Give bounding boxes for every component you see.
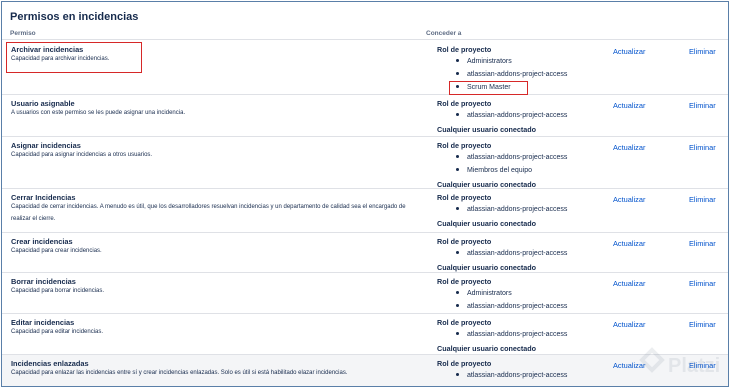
update-link[interactable]: Actualizar xyxy=(613,279,645,288)
permission-description: Capacidad para enlazar las incidencias e… xyxy=(11,370,348,376)
grant-item: atlassian-addons-project-access xyxy=(456,112,567,119)
grant-item-label: atlassian-addons-project-access xyxy=(467,303,568,310)
platzi-watermark: Platzi xyxy=(639,347,720,377)
delete-link[interactable]: Eliminar xyxy=(689,239,716,248)
grant-item-label: atlassian-addons-project-access xyxy=(467,250,568,257)
bullet-icon xyxy=(456,331,459,335)
grant-type: Rol de proyecto xyxy=(437,193,492,202)
permissions-panel: Permisos en incidencias Permiso Conceder… xyxy=(1,1,729,387)
grant-type: Rol de proyecto xyxy=(437,318,492,327)
grant-type: Cualquier usuario conectado xyxy=(437,219,537,228)
highlight-box-permission xyxy=(6,42,142,73)
grant-type: Rol de proyecto xyxy=(437,237,492,246)
grant-item: atlassian-addons-project-access xyxy=(456,331,567,338)
bullet-icon xyxy=(456,250,459,254)
permission-description: Capacidad para crear incidencias. xyxy=(11,248,102,254)
delete-link[interactable]: Eliminar xyxy=(689,320,716,329)
grant-item: atlassian-addons-project-access xyxy=(456,372,567,379)
bullet-icon xyxy=(456,290,459,294)
grant-item-label: atlassian-addons-project-access xyxy=(467,154,568,161)
permission-row: Usuario asignable A usuarios con este per… xyxy=(2,95,728,137)
grant-item-label: atlassian-addons-project-access xyxy=(467,372,568,379)
column-header-grant: Conceder a xyxy=(426,30,462,37)
grant-type: Rol de proyecto xyxy=(437,45,492,54)
column-header-permission: Permiso xyxy=(10,30,36,37)
delete-link[interactable]: Eliminar xyxy=(689,143,716,152)
bullet-icon xyxy=(456,71,459,75)
grant-item: atlassian-addons-project-access xyxy=(456,250,567,257)
bullet-icon xyxy=(456,58,459,62)
grant-type: Rol de proyecto xyxy=(437,99,492,108)
grant-item: Miembros del equipo xyxy=(456,167,532,174)
update-link[interactable]: Actualizar xyxy=(613,47,645,56)
delete-link[interactable]: Eliminar xyxy=(689,101,716,110)
permission-row: Asignar incidencias Capacidad para asigna… xyxy=(2,137,728,189)
bullet-icon xyxy=(456,112,459,116)
grant-item-label: atlassian-addons-project-access xyxy=(467,206,568,213)
grant-item: atlassian-addons-project-access xyxy=(456,71,567,78)
bullet-icon xyxy=(456,206,459,210)
grant-item: atlassian-addons-project-access xyxy=(456,154,567,161)
bullet-icon xyxy=(456,303,459,307)
watermark-text: Platzi xyxy=(668,355,720,377)
grant-type: Cualquier usuario conectado xyxy=(437,263,537,272)
permission-description: Capacidad para borrar incidencias. xyxy=(11,288,105,294)
grant-type: Rol de proyecto xyxy=(437,141,492,150)
update-link[interactable]: Actualizar xyxy=(613,239,645,248)
grant-type: Rol de proyecto xyxy=(437,277,492,286)
grant-item: atlassian-addons-project-access xyxy=(456,303,567,310)
grant-item-label: atlassian-addons-project-access xyxy=(467,112,568,119)
update-link[interactable]: Actualizar xyxy=(613,101,645,110)
permission-row: Cerrar Incidencias Capacidad de cerrar in… xyxy=(2,189,728,233)
grant-item: Administrators xyxy=(456,290,512,297)
permission-description: Capacidad de cerrar incidencias. A menud… xyxy=(11,204,406,222)
update-link[interactable]: Actualizar xyxy=(613,143,645,152)
delete-link[interactable]: Eliminar xyxy=(689,47,716,56)
grant-item-label: Miembros del equipo xyxy=(467,167,532,174)
permission-description: Capacidad para asignar incidencias a otr… xyxy=(11,152,153,158)
update-link[interactable]: Actualizar xyxy=(613,195,645,204)
header-divider xyxy=(2,39,728,40)
grant-type: Cualquier usuario conectado xyxy=(437,125,537,134)
grant-type: Cualquier usuario conectado xyxy=(437,344,537,353)
delete-link[interactable]: Eliminar xyxy=(689,279,716,288)
permission-row: Incidencias enlazadas Capacidad para enla… xyxy=(2,355,728,386)
bullet-icon xyxy=(456,167,459,171)
highlight-box-scrum-master xyxy=(449,81,528,95)
permission-description: A usuarios con este permiso se les puede… xyxy=(11,110,186,116)
bullet-icon xyxy=(456,372,459,376)
grant-type: Rol de proyecto xyxy=(437,359,492,368)
delete-link[interactable]: Eliminar xyxy=(689,195,716,204)
grant-item: atlassian-addons-project-access xyxy=(456,206,567,213)
permission-row: Borrar incidencias Capacidad para borrar … xyxy=(2,273,728,314)
permission-row: Editar incidencias Capacidad para editar … xyxy=(2,314,728,355)
permission-row: Crear incidencias Capacidad para crear in… xyxy=(2,233,728,273)
grant-item-label: Administrators xyxy=(467,290,512,297)
grant-item: Administrators xyxy=(456,58,512,65)
grant-item-label: atlassian-addons-project-access xyxy=(467,71,568,78)
update-link[interactable]: Actualizar xyxy=(613,320,645,329)
grant-item-label: Administrators xyxy=(467,58,512,65)
bullet-icon xyxy=(456,154,459,158)
page-title: Permisos en incidencias xyxy=(10,11,139,23)
permission-description: Capacidad para editar incidencias. xyxy=(11,329,104,335)
grant-item-label: atlassian-addons-project-access xyxy=(467,331,568,338)
